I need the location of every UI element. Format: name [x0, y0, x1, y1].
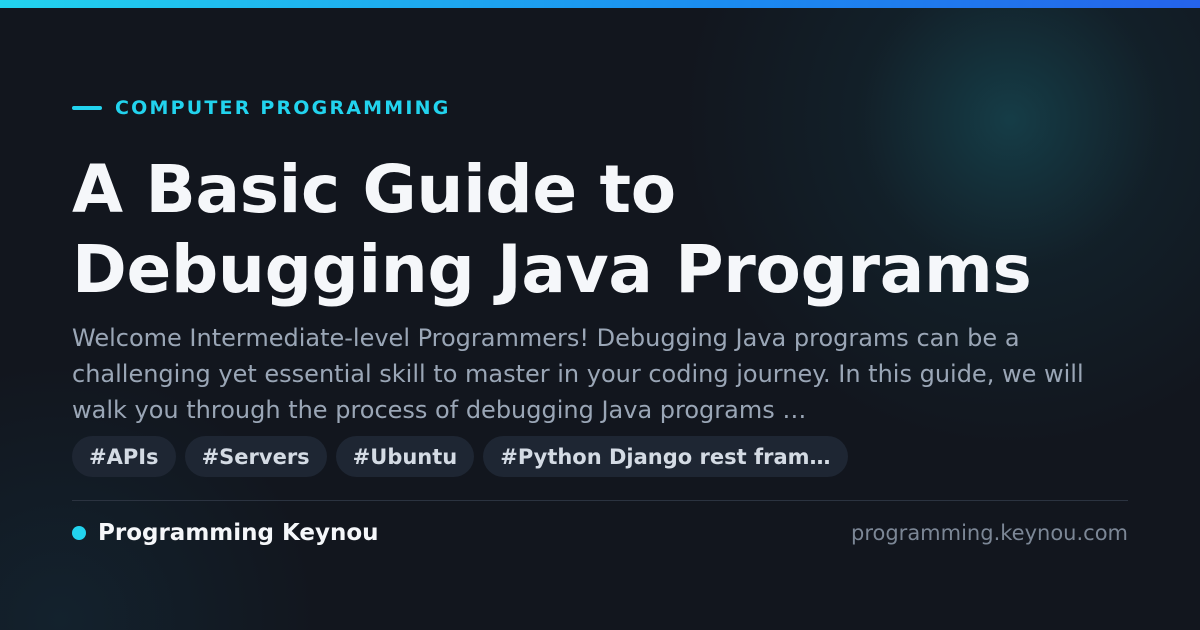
- card-content: COMPUTER PROGRAMMING A Basic Guide to De…: [72, 0, 1128, 630]
- site-domain: programming.keynou.com: [851, 521, 1128, 545]
- site-name: Programming Keynou: [98, 520, 379, 546]
- tag-apis[interactable]: #APIs: [72, 436, 176, 477]
- article-description: Welcome Intermediate-level Programmers! …: [72, 324, 1084, 424]
- tag-servers[interactable]: #Servers: [184, 436, 327, 477]
- brand-dot-icon: [72, 526, 86, 540]
- title-line-2: Debugging Java Programs: [72, 231, 1032, 308]
- divider: [72, 500, 1128, 501]
- site-brand: Programming Keynou: [72, 518, 379, 548]
- title-line-1: A Basic Guide to: [72, 151, 676, 228]
- tag-python-django[interactable]: #Python Django rest fram…: [483, 436, 848, 477]
- kicker-line-icon: [72, 106, 102, 110]
- tag-ubuntu[interactable]: #Ubuntu: [335, 436, 475, 477]
- article-title: A Basic Guide to Debugging Java Programs: [72, 150, 1128, 310]
- category-kicker: COMPUTER PROGRAMMING: [72, 96, 451, 120]
- tag-list: #APIs #Servers #Ubuntu #Python Django re…: [72, 436, 848, 477]
- category-label: COMPUTER PROGRAMMING: [115, 97, 451, 119]
